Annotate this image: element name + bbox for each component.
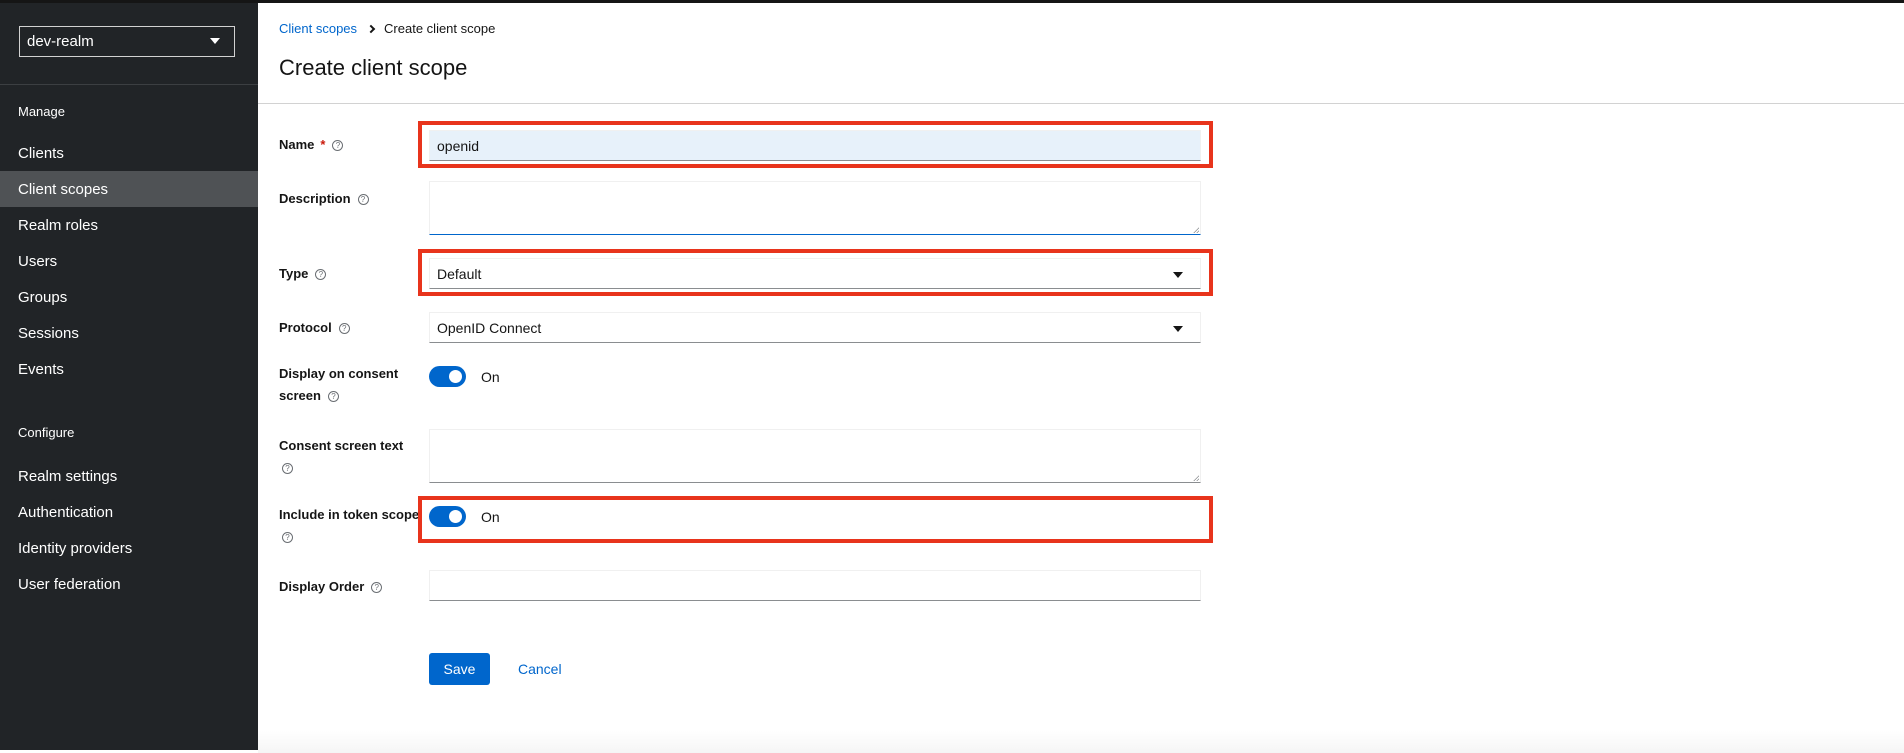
- sidebar-item-label: User federation: [18, 575, 121, 593]
- type-label: Type?: [279, 263, 327, 285]
- page-title: Create client scope: [279, 55, 468, 80]
- display-on-consent-label: Display on consent screen?: [279, 363, 398, 407]
- breadcrumb-link-client-scopes[interactable]: Client scopes: [279, 21, 357, 36]
- display-on-consent-label-line2: screen: [279, 388, 321, 403]
- sidebar-item-label: Realm settings: [18, 467, 118, 485]
- sidebar-item-user-federation[interactable]: User federation: [0, 566, 258, 602]
- breadcrumb-current: Create client scope: [384, 21, 496, 36]
- sidebar-item-label: Realm roles: [18, 216, 99, 234]
- main-content: Client scopes Create client scope Create…: [258, 3, 1904, 753]
- cancel-button[interactable]: Cancel: [518, 653, 562, 685]
- highlight-box-name: [418, 121, 1213, 168]
- sidebar-item-label: Events: [18, 360, 64, 378]
- required-mark: *: [320, 137, 326, 152]
- help-icon[interactable]: ?: [315, 269, 327, 281]
- description-label: Description?: [279, 188, 369, 210]
- type-label-text: Type: [279, 266, 309, 281]
- sidebar-item-realm-roles[interactable]: Realm roles: [0, 207, 258, 243]
- help-icon[interactable]: ?: [282, 463, 293, 475]
- sidebar-item-label: Client scopes: [18, 180, 109, 198]
- sidebar-item-users[interactable]: Users: [0, 243, 258, 279]
- save-button[interactable]: Save: [429, 653, 490, 685]
- help-icon[interactable]: ?: [332, 140, 344, 152]
- protocol-select[interactable]: OpenID Connect: [429, 312, 1201, 343]
- include-in-token-label: Include in token scope ?: [279, 504, 419, 548]
- protocol-label-text: Protocol: [279, 320, 332, 335]
- sidebar-item-events[interactable]: Events: [0, 351, 258, 387]
- sidebar-item-authentication[interactable]: Authentication: [0, 494, 258, 530]
- toggle-knob: [449, 370, 462, 383]
- highlight-box-include-in-token: [418, 496, 1213, 543]
- help-icon[interactable]: ?: [282, 532, 293, 544]
- toggle-track: [429, 366, 466, 387]
- help-icon[interactable]: ?: [371, 582, 383, 594]
- toggle-state-label: On: [481, 368, 500, 385]
- caret-down-icon: [210, 38, 220, 44]
- breadcrumb: Client scopes Create client scope: [279, 21, 495, 36]
- sidebar-item-sessions[interactable]: Sessions: [0, 315, 258, 351]
- sidebar-item-client-scopes[interactable]: Client scopes: [0, 171, 258, 207]
- include-in-token-label-text: Include in token scope: [279, 507, 420, 522]
- sidebar: dev-realm Manage Clients Client scopes R…: [0, 3, 258, 750]
- display-on-consent-toggle[interactable]: On: [429, 366, 500, 387]
- display-order-input[interactable]: [429, 570, 1201, 601]
- description-textarea[interactable]: [429, 181, 1201, 235]
- sidebar-item-groups[interactable]: Groups: [0, 279, 258, 315]
- highlight-box-type: [418, 249, 1213, 296]
- consent-text-label: Consent screen text ?: [279, 435, 403, 479]
- name-label: Name *?: [279, 134, 344, 156]
- sidebar-item-label: Users: [18, 252, 58, 270]
- consent-text-label-text: Consent screen text: [279, 438, 404, 453]
- sidebar-item-label: Authentication: [18, 503, 114, 521]
- realm-selector[interactable]: dev-realm: [19, 26, 235, 57]
- sidebar-item-label: Sessions: [18, 324, 79, 342]
- sidebar-item-realm-settings[interactable]: Realm settings: [0, 458, 258, 494]
- sidebar-item-identity-providers[interactable]: Identity providers: [0, 530, 258, 566]
- sidebar-divider: [0, 84, 258, 85]
- chevron-right-icon: [366, 24, 376, 33]
- sidebar-item-label: Identity providers: [18, 539, 133, 557]
- display-order-label-text: Display Order: [279, 579, 365, 594]
- protocol-label: Protocol?: [279, 317, 350, 339]
- display-order-label: Display Order?: [279, 576, 383, 598]
- help-icon[interactable]: ?: [357, 194, 369, 206]
- resize-handle-icon[interactable]: [1193, 227, 1199, 233]
- section-label-configure: Configure: [18, 425, 75, 440]
- name-label-text: Name: [279, 137, 315, 152]
- consent-screen-textarea[interactable]: [429, 429, 1201, 483]
- help-icon[interactable]: ?: [327, 391, 339, 403]
- protocol-select-value: OpenID Connect: [437, 319, 542, 336]
- sidebar-item-clients[interactable]: Clients: [0, 135, 258, 171]
- section-label-manage: Manage: [18, 104, 65, 119]
- realm-selector-value: dev-realm: [27, 33, 94, 50]
- caret-down-icon: [1173, 326, 1183, 332]
- display-on-consent-label-line1: Display on consent: [279, 366, 399, 381]
- sidebar-item-label: Clients: [18, 144, 64, 162]
- description-label-text: Description: [279, 191, 351, 206]
- help-icon[interactable]: ?: [338, 323, 350, 335]
- sidebar-item-label: Groups: [18, 288, 68, 306]
- header-divider: [258, 103, 1904, 104]
- resize-handle-icon[interactable]: [1193, 475, 1199, 481]
